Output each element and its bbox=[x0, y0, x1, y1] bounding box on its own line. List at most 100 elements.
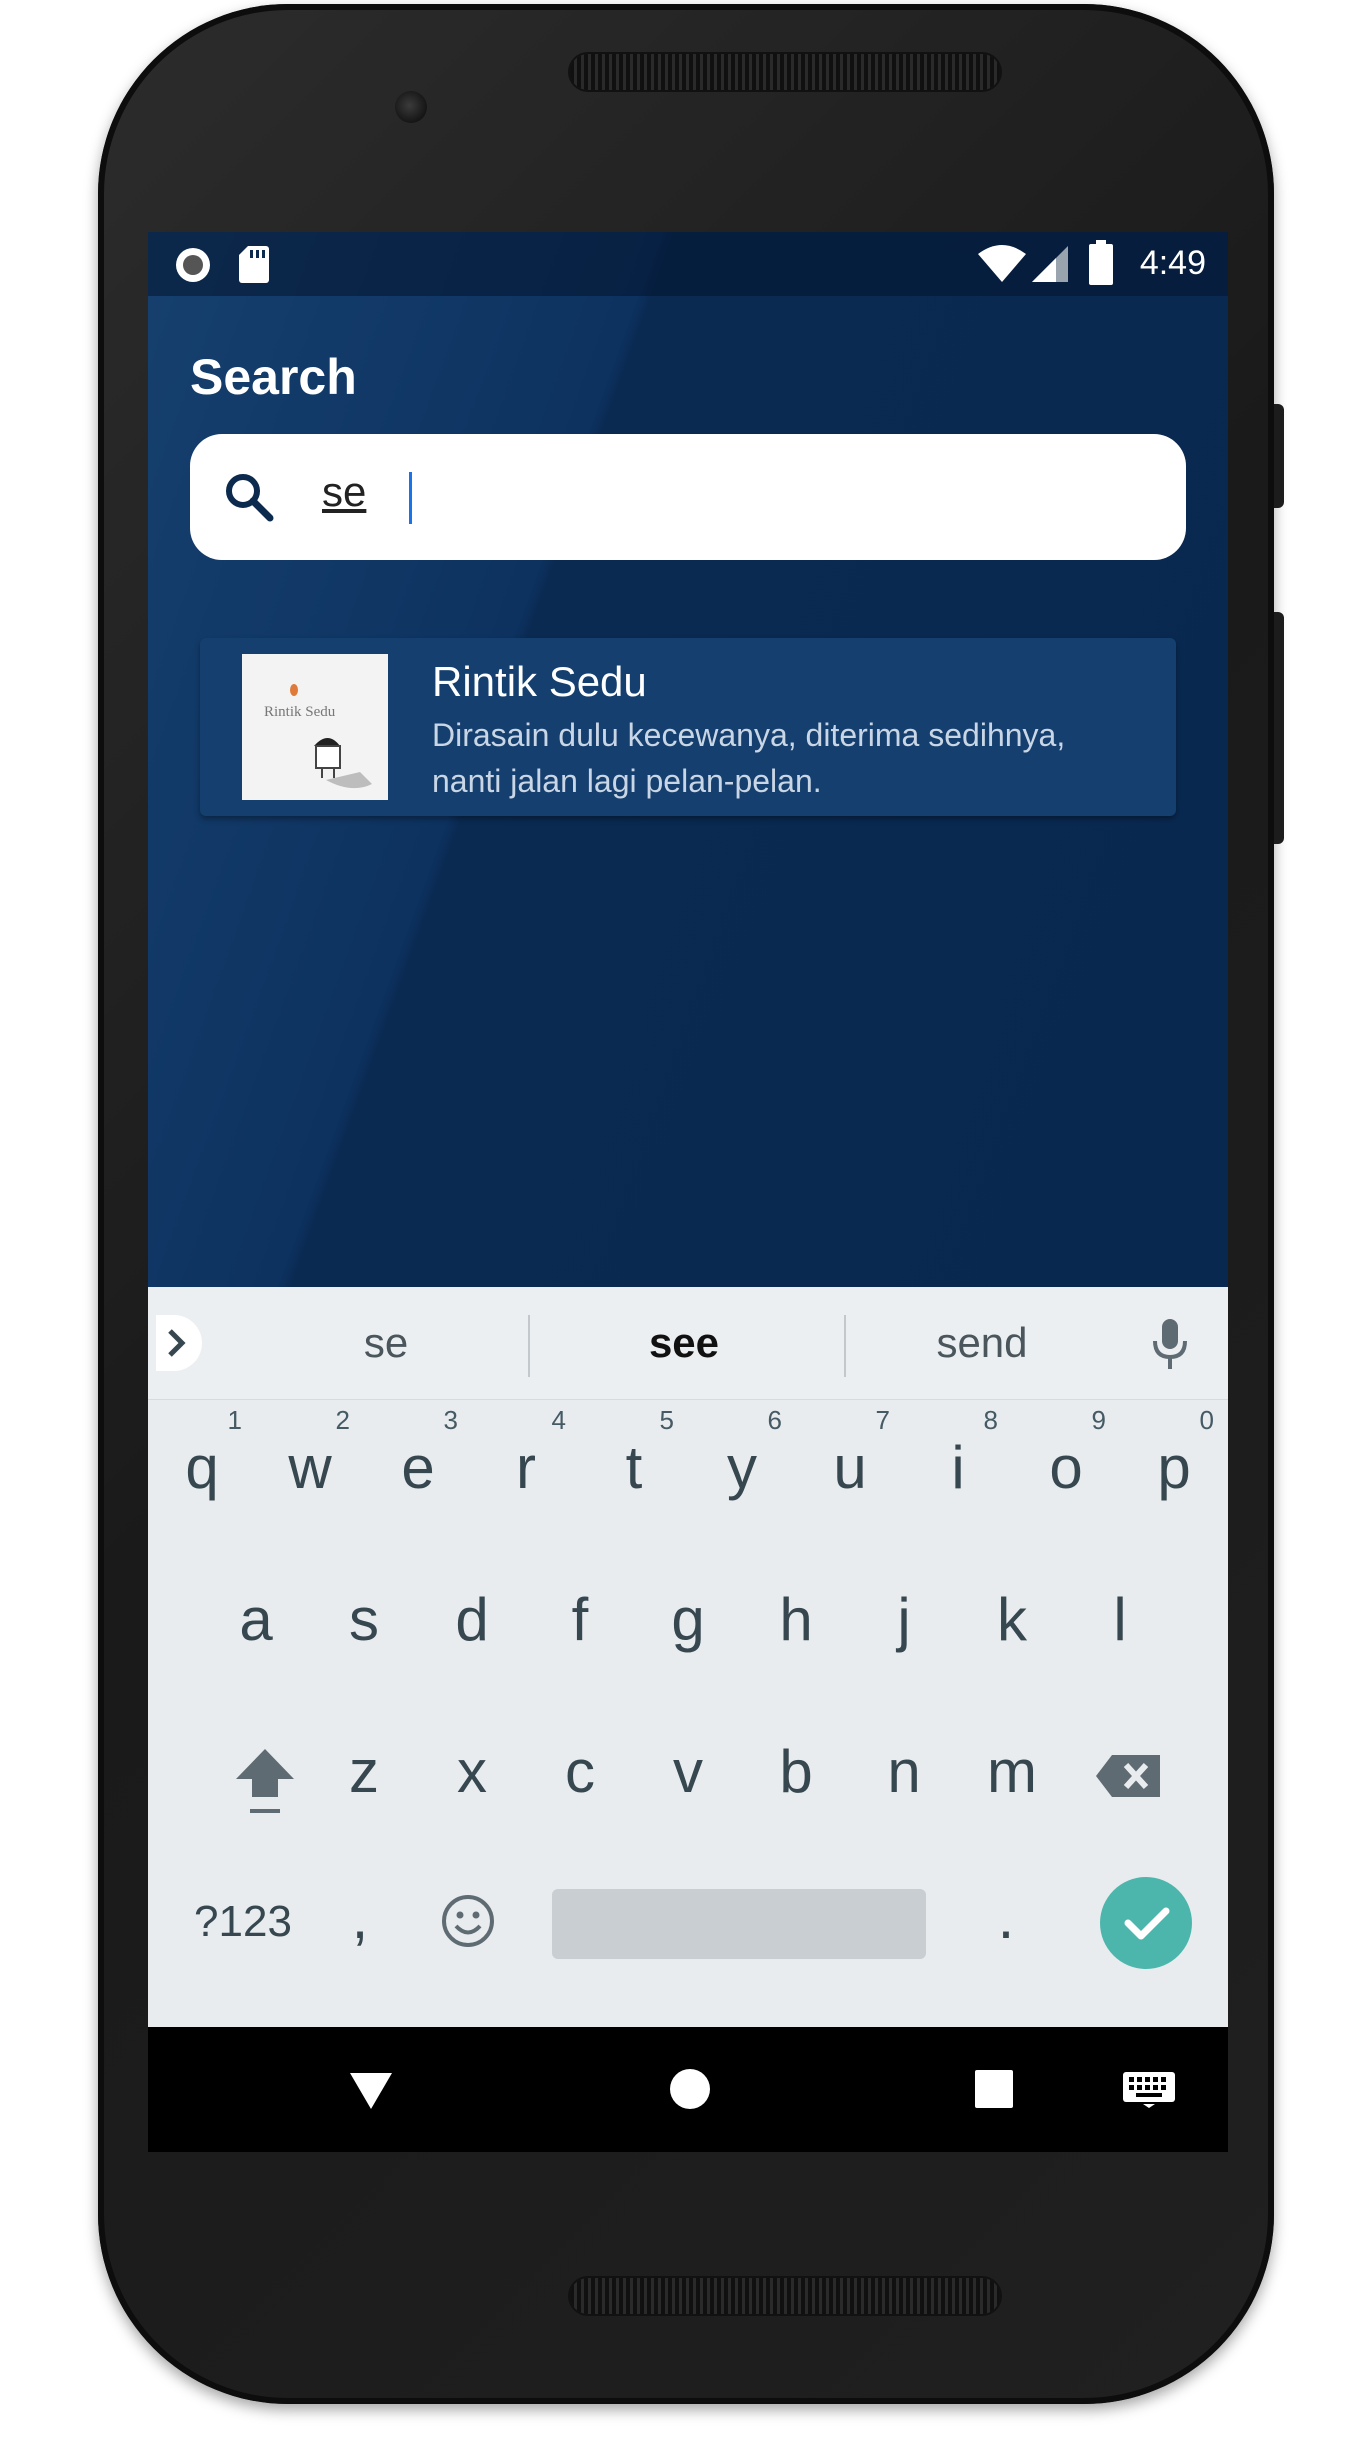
cover-handwritten-text: Rintik Sedu bbox=[264, 704, 336, 720]
cover-artwork: Rintik Sedu bbox=[242, 654, 388, 800]
spacebar-key[interactable] bbox=[552, 1889, 926, 1959]
key-label: k bbox=[997, 1586, 1027, 1653]
key-d[interactable]: d bbox=[418, 1551, 526, 1691]
recents-icon[interactable] bbox=[974, 2069, 1014, 2109]
key-l[interactable]: l bbox=[1066, 1551, 1174, 1691]
device-screen: 4:49 Search se Rintik Sedu Rintik Sedu D… bbox=[148, 232, 1228, 2152]
key-label: e bbox=[401, 1434, 435, 1501]
key-j[interactable]: j bbox=[850, 1551, 958, 1691]
key-y[interactable]: 6y bbox=[688, 1399, 796, 1539]
key-q[interactable]: 1q bbox=[148, 1399, 256, 1539]
result-cover-image: Rintik Sedu bbox=[242, 654, 388, 800]
key-label: . bbox=[997, 1884, 1015, 1951]
key-label: l bbox=[1113, 1586, 1127, 1653]
suggestion-strip: se see send bbox=[148, 1287, 1228, 1400]
shift-icon bbox=[236, 1749, 294, 1813]
search-input[interactable]: se bbox=[190, 434, 1186, 560]
navigation-bar bbox=[148, 2027, 1228, 2152]
key-hint: 7 bbox=[875, 1405, 890, 1435]
expand-suggestions-button[interactable] bbox=[156, 1315, 202, 1371]
sd-card-icon bbox=[239, 246, 269, 283]
key-s[interactable]: s bbox=[310, 1551, 418, 1691]
key-label: g bbox=[671, 1586, 705, 1653]
power-button bbox=[1274, 404, 1284, 508]
key-c[interactable]: c bbox=[526, 1703, 634, 1843]
mic-icon[interactable] bbox=[1152, 1317, 1188, 1373]
key-label: c bbox=[565, 1738, 595, 1805]
key-label: h bbox=[779, 1586, 813, 1653]
page-title: Search bbox=[190, 349, 357, 405]
top-speaker bbox=[570, 54, 1000, 90]
key-hint: 5 bbox=[659, 1405, 674, 1435]
search-icon bbox=[226, 474, 274, 522]
key-z[interactable]: z bbox=[310, 1703, 418, 1843]
key-hint: 4 bbox=[551, 1405, 566, 1435]
front-camera bbox=[395, 91, 427, 123]
key-w[interactable]: 2w bbox=[256, 1399, 364, 1539]
text-caret bbox=[409, 472, 412, 524]
key-x[interactable]: x bbox=[418, 1703, 526, 1843]
key-label: t bbox=[625, 1434, 643, 1501]
key-label: w bbox=[288, 1434, 332, 1501]
key-label: v bbox=[673, 1738, 703, 1805]
key-g[interactable]: g bbox=[634, 1551, 742, 1691]
key-f[interactable]: f bbox=[526, 1551, 634, 1691]
key-label: u bbox=[833, 1434, 867, 1501]
back-icon[interactable] bbox=[348, 2071, 394, 2111]
key-label: d bbox=[455, 1586, 489, 1653]
key-a[interactable]: a bbox=[202, 1551, 310, 1691]
comma-key[interactable]: , bbox=[306, 1847, 414, 1987]
status-time: 4:49 bbox=[1139, 244, 1206, 282]
enter-key[interactable] bbox=[1100, 1877, 1192, 1969]
emoji-key[interactable] bbox=[412, 1847, 520, 1987]
key-t[interactable]: 5t bbox=[580, 1399, 688, 1539]
key-k[interactable]: k bbox=[958, 1551, 1066, 1691]
key-hint: 2 bbox=[335, 1405, 350, 1435]
key-label: p bbox=[1157, 1434, 1191, 1501]
suggestion-3[interactable]: send bbox=[832, 1319, 1132, 1367]
checkmark-icon bbox=[1124, 1907, 1170, 1940]
key-hint: 6 bbox=[767, 1405, 782, 1435]
key-u[interactable]: 7u bbox=[796, 1399, 904, 1539]
record-icon bbox=[176, 248, 210, 282]
volume-button bbox=[1274, 612, 1284, 844]
result-description: Dirasain dulu kecewanya, diterima sedihn… bbox=[432, 717, 1066, 799]
key-hint: 1 bbox=[227, 1405, 242, 1435]
key-i[interactable]: 8i bbox=[904, 1399, 1012, 1539]
key-label: j bbox=[897, 1586, 911, 1653]
key-label: b bbox=[779, 1738, 813, 1805]
key-o[interactable]: 9o bbox=[1012, 1399, 1120, 1539]
home-icon[interactable] bbox=[668, 2067, 712, 2111]
suggestion-2[interactable]: see bbox=[534, 1319, 834, 1367]
key-label: a bbox=[239, 1586, 273, 1653]
key-label: o bbox=[1049, 1434, 1083, 1501]
key-e[interactable]: 3e bbox=[364, 1399, 472, 1539]
key-label: f bbox=[571, 1586, 589, 1653]
key-label: r bbox=[516, 1434, 536, 1501]
keyboard-icon[interactable] bbox=[1122, 2071, 1176, 2109]
key-label: n bbox=[887, 1738, 921, 1805]
backspace-icon bbox=[1096, 1755, 1160, 1797]
key-m[interactable]: m bbox=[958, 1703, 1066, 1843]
suggestion-1[interactable]: se bbox=[236, 1319, 536, 1367]
soft-keyboard: se see send 1q 2w 3e 4r 5t 6y 7u 8i 9o 0… bbox=[148, 1287, 1228, 2027]
key-label: i bbox=[951, 1434, 965, 1501]
key-n[interactable]: n bbox=[850, 1703, 958, 1843]
key-b[interactable]: b bbox=[742, 1703, 850, 1843]
period-key[interactable]: . bbox=[952, 1847, 1060, 1987]
suggestion-divider bbox=[528, 1315, 530, 1377]
signal-icon bbox=[1032, 246, 1068, 282]
key-r[interactable]: 4r bbox=[472, 1399, 580, 1539]
search-result-card[interactable]: Rintik Sedu Rintik Sedu Dirasain dulu ke… bbox=[200, 638, 1176, 816]
symbols-key[interactable]: ?123 bbox=[168, 1847, 318, 1987]
key-hint: 3 bbox=[443, 1405, 458, 1435]
shift-key[interactable] bbox=[202, 1703, 310, 1843]
key-v[interactable]: v bbox=[634, 1703, 742, 1843]
key-h[interactable]: h bbox=[742, 1551, 850, 1691]
emoji-icon bbox=[442, 1895, 494, 1947]
key-label: m bbox=[987, 1738, 1037, 1805]
key-hint: 0 bbox=[1199, 1405, 1214, 1435]
backspace-key[interactable] bbox=[1074, 1703, 1182, 1843]
key-p[interactable]: 0p bbox=[1120, 1399, 1228, 1539]
key-label: z bbox=[349, 1738, 379, 1805]
